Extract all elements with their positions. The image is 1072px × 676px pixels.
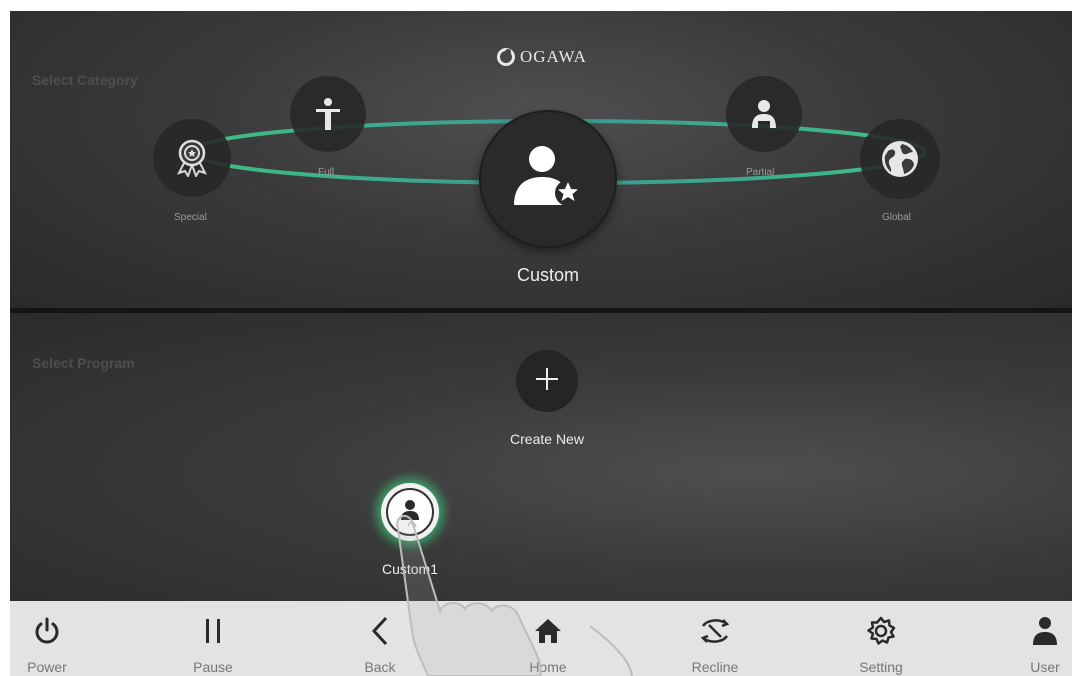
back-label: Back	[364, 659, 396, 675]
power-icon	[33, 615, 61, 647]
pause-label: Pause	[193, 659, 233, 675]
program-custom1-inner	[386, 488, 434, 536]
user-icon	[399, 499, 421, 526]
pause-button[interactable]: Pause	[168, 601, 258, 676]
app-screen: Select Category OGAWA Full Special Parti…	[10, 11, 1072, 676]
category-special-button[interactable]	[153, 119, 231, 197]
category-partial-label: Partial	[746, 167, 775, 178]
category-global-button[interactable]	[860, 119, 940, 199]
user-icon	[1032, 615, 1058, 647]
category-partial-button[interactable]	[726, 76, 802, 152]
selected-category-custom-button[interactable]	[481, 112, 615, 246]
category-global-label: Global	[882, 212, 911, 223]
user-label: User	[1030, 659, 1060, 675]
program-custom1-button[interactable]	[381, 483, 439, 541]
gear-icon	[866, 615, 896, 647]
program-custom1-label: Custom1	[381, 561, 439, 577]
create-new-button[interactable]	[516, 350, 578, 412]
plus-icon	[534, 366, 560, 397]
setting-label: Setting	[859, 659, 903, 675]
bottom-toolbar: Power Pause Back Home Recline Setting Us…	[10, 601, 1072, 676]
pause-icon	[203, 615, 223, 647]
home-label: Home	[529, 659, 567, 675]
category-special-label: Special	[174, 212, 207, 223]
selected-category-label: Custom	[516, 265, 579, 285]
recline-label: Recline	[691, 659, 739, 675]
setting-button[interactable]: Setting	[836, 601, 926, 676]
recline-button[interactable]: Recline	[670, 601, 760, 676]
home-icon	[534, 615, 562, 647]
category-full-button[interactable]	[290, 76, 366, 152]
chevron-left-icon	[371, 615, 389, 647]
create-new-label: Create New	[510, 431, 584, 447]
category-full-label: Full	[318, 167, 335, 178]
recline-icon	[699, 615, 731, 647]
full-body-icon	[314, 97, 342, 131]
globe-icon	[880, 139, 920, 179]
select-program-label: Select Program	[32, 355, 135, 371]
user-button[interactable]: User	[1000, 601, 1072, 676]
category-panel: Select Category OGAWA Full Special Parti…	[10, 11, 1072, 308]
home-button[interactable]: Home	[503, 601, 593, 676]
power-button[interactable]: Power	[10, 601, 92, 676]
award-ribbon-icon	[175, 139, 209, 177]
upper-body-icon	[749, 99, 779, 129]
user-star-icon	[512, 145, 584, 214]
power-label: Power	[27, 659, 67, 675]
back-button[interactable]: Back	[335, 601, 425, 676]
